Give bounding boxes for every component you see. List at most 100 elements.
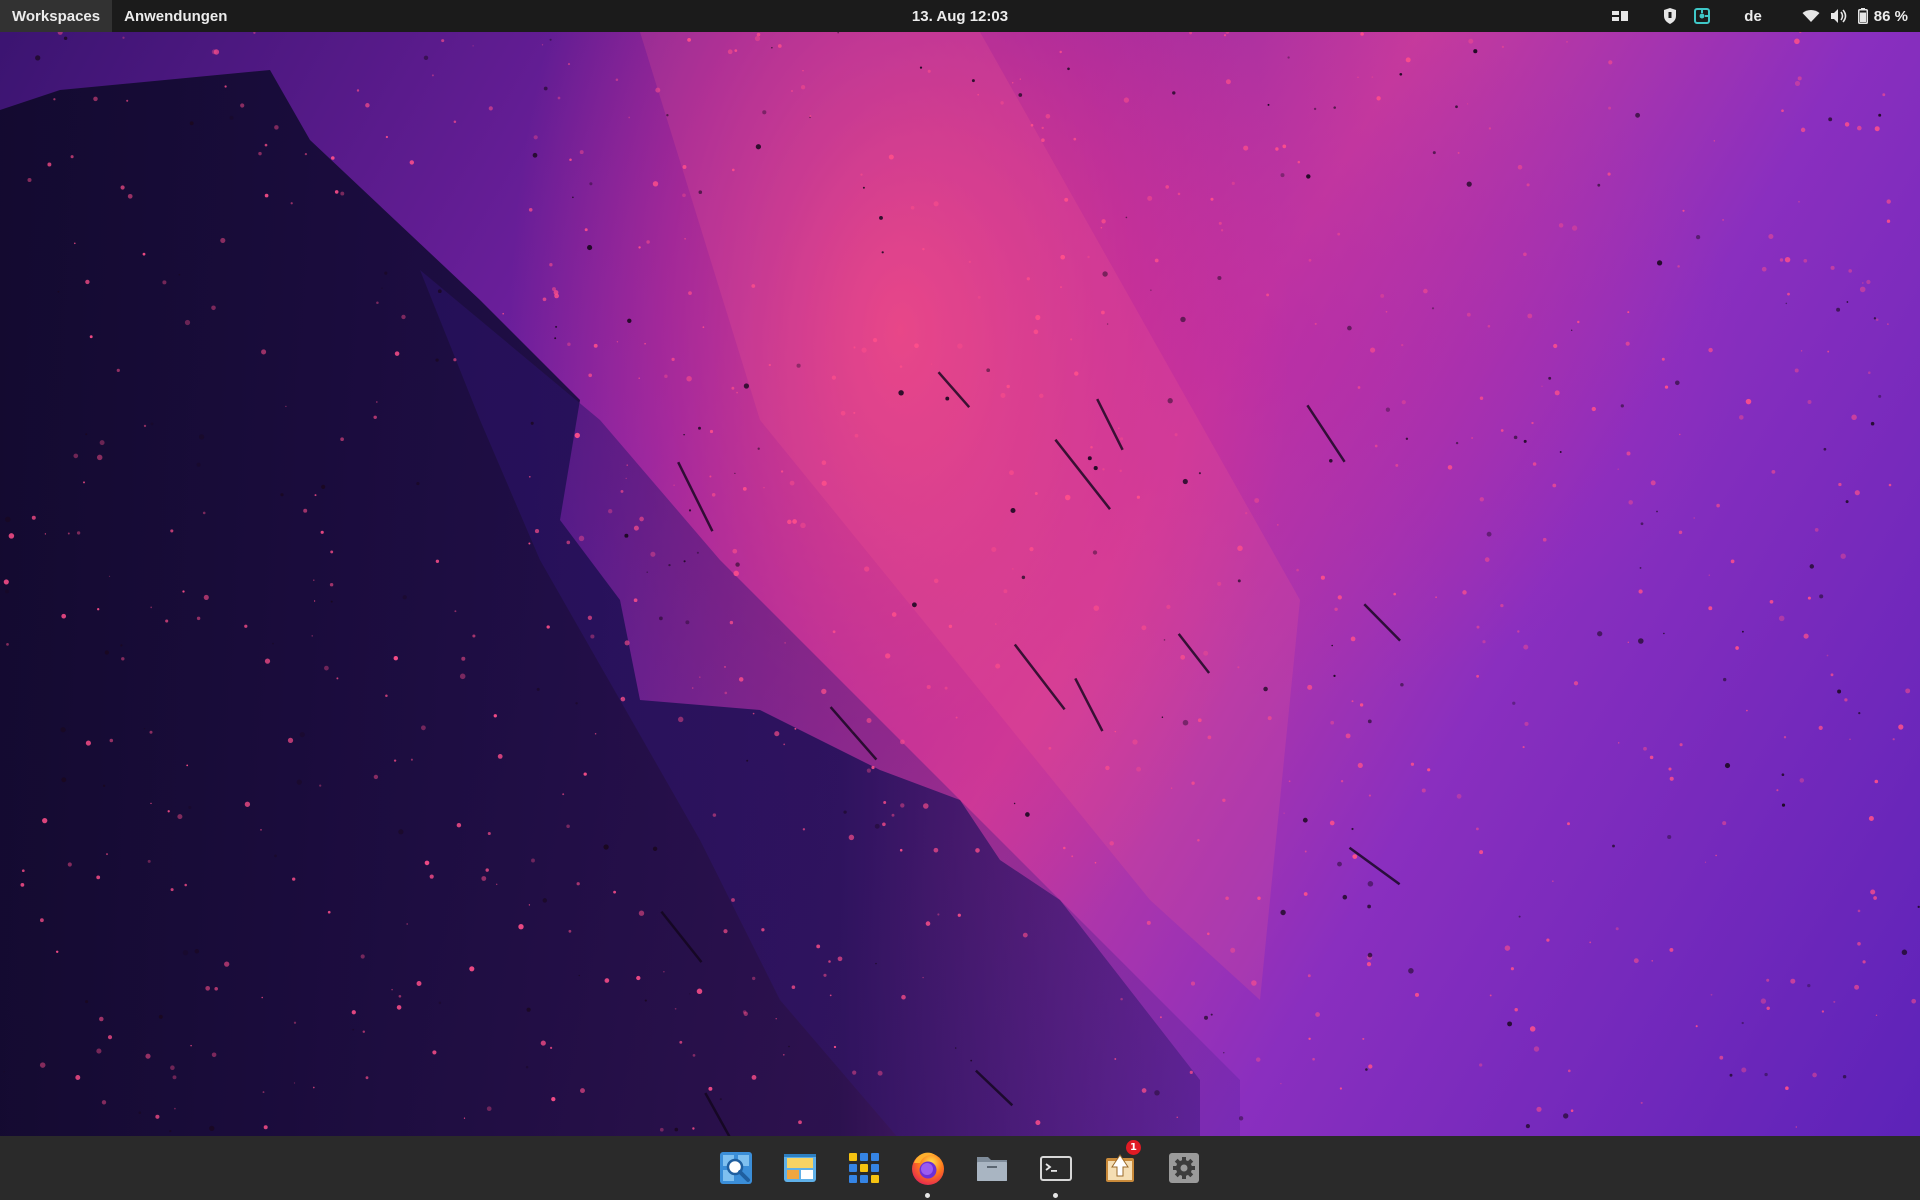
wallpaper-speck: [373, 415, 377, 420]
wallpaper-speck: [1071, 855, 1074, 858]
wallpaper-speck: [644, 999, 647, 1002]
wallpaper-speck: [327, 910, 331, 914]
wallpaper-speck: [593, 343, 598, 348]
wallpaper-speck: [1785, 302, 1788, 305]
wallpaper-speck: [782, 1053, 785, 1056]
wallpaper-speck: [108, 575, 111, 577]
wallpaper-speck: [398, 829, 404, 835]
wallpaper-speck: [472, 45, 474, 47]
wallpaper-speck: [76, 531, 81, 535]
wallpaper-speck: [1280, 909, 1286, 916]
wallpaper-speck: [299, 731, 305, 738]
wallpaper-speck: [551, 1096, 556, 1102]
wallpaper-speck: [1836, 307, 1841, 312]
wallpaper-speck: [1455, 441, 1459, 445]
wallpaper-speck: [922, 976, 924, 979]
wallpaper-speck: [188, 806, 192, 809]
wallpaper-speck: [1807, 400, 1812, 404]
wallpaper-speck: [1118, 427, 1120, 430]
wallpaper-speck: [1710, 993, 1713, 996]
dock-item-terminal[interactable]: [1024, 1136, 1088, 1200]
wallpaper-speck: [1172, 91, 1176, 95]
applications-menu-button[interactable]: Anwendungen: [112, 0, 239, 32]
wallpaper-speck: [1357, 76, 1359, 78]
dock-item-software-updates[interactable]: 1: [1088, 1136, 1152, 1200]
wallpaper-speck: [933, 578, 939, 584]
wallpaper-speck: [1794, 80, 1801, 86]
wallpaper-speck: [47, 162, 52, 167]
wallpaper-speck: [1468, 38, 1474, 44]
wallpaper-speck: [1795, 1126, 1797, 1128]
wallpaper-speck: [1399, 72, 1403, 76]
wallpaper-speck: [711, 493, 716, 497]
wallpaper-speck: [533, 135, 538, 140]
wallpaper-speck: [1713, 140, 1715, 142]
tray-privacy-button[interactable]: [1655, 0, 1685, 32]
tray-extension-button[interactable]: [1685, 0, 1719, 32]
wallpaper-speck: [1760, 998, 1767, 1004]
wallpaper-speck: [1828, 117, 1833, 122]
wallpaper-speck: [691, 687, 694, 689]
wallpaper-speck: [613, 890, 617, 894]
wallpaper-speck: [432, 1050, 437, 1055]
wallpaper-speck: [787, 519, 792, 525]
wallpaper-speck: [1025, 812, 1030, 817]
dock-item-search[interactable]: [704, 1136, 768, 1200]
wallpaper-speck: [911, 602, 917, 608]
wallpaper-speck: [955, 716, 958, 719]
wallpaper-speck: [756, 32, 761, 37]
wallpaper-speck: [633, 525, 639, 531]
wallpaper-speck: [1237, 545, 1243, 552]
keyboard-layout-indicator[interactable]: de: [1735, 0, 1771, 32]
wallpaper-speck: [150, 606, 153, 609]
wallpaper-speck: [1120, 997, 1123, 1001]
wallpaper-speck: [831, 375, 837, 380]
workspaces-button[interactable]: Workspaces: [0, 0, 113, 32]
wallpaper-speck: [525, 1065, 529, 1069]
wallpaper-speck: [1035, 1120, 1041, 1126]
wallpaper-speck: [373, 774, 379, 780]
wallpaper-speck: [429, 874, 434, 879]
dock-item-files[interactable]: [960, 1136, 1024, 1200]
wallpaper-speck: [696, 988, 703, 995]
wallpaper-speck: [67, 862, 72, 867]
dock-item-app-grid[interactable]: [832, 1136, 896, 1200]
wallpaper-speck: [1376, 96, 1381, 101]
wallpaper-speck: [796, 363, 801, 368]
tray-layout-button[interactable]: [1603, 0, 1637, 32]
dock-item-screenshot[interactable]: [768, 1136, 832, 1200]
wallpaper-speck: [543, 86, 548, 91]
wallpaper-speck: [1314, 322, 1317, 325]
wallpaper-speck: [1159, 1016, 1162, 1019]
wallpaper-speck: [196, 616, 201, 621]
wallpaper-speck: [1482, 640, 1486, 644]
wallpaper-speck: [1018, 93, 1023, 97]
wallpaper-speck: [1263, 686, 1268, 692]
wallpaper-speck: [1041, 138, 1045, 142]
dock-item-settings[interactable]: [1152, 1136, 1216, 1200]
wallpaper-speck: [536, 687, 540, 691]
dock-item-firefox[interactable]: [896, 1136, 960, 1200]
wallpaper-speck: [542, 297, 547, 302]
wallpaper-speck: [1243, 145, 1249, 151]
wallpaper-speck: [528, 475, 531, 478]
wallpaper-speck: [1074, 371, 1079, 376]
wallpaper-speck: [1408, 968, 1414, 974]
wallpaper-speck: [1573, 681, 1579, 686]
wallpaper-speck: [1818, 725, 1823, 731]
wallpaper-speck: [410, 758, 413, 761]
wallpaper-speck: [1512, 701, 1516, 705]
wallpaper-speck: [1849, 738, 1851, 741]
wallpaper-speck: [138, 1111, 142, 1114]
wallpaper-speck: [155, 1114, 160, 1119]
date-time-clock[interactable]: 13. Aug 12:03: [890, 0, 1030, 32]
wallpaper-speck: [1531, 421, 1534, 425]
wallpaper-speck: [1146, 920, 1151, 925]
wallpaper-speck: [802, 70, 804, 72]
system-status-menu[interactable]: 86 %: [1793, 0, 1920, 32]
wallpaper-speck: [1669, 947, 1674, 952]
wallpaper-speck: [1870, 421, 1875, 426]
wallpaper-speck: [1366, 961, 1372, 967]
wallpaper-speck: [1638, 589, 1643, 594]
wallpaper-speck: [1401, 343, 1404, 347]
